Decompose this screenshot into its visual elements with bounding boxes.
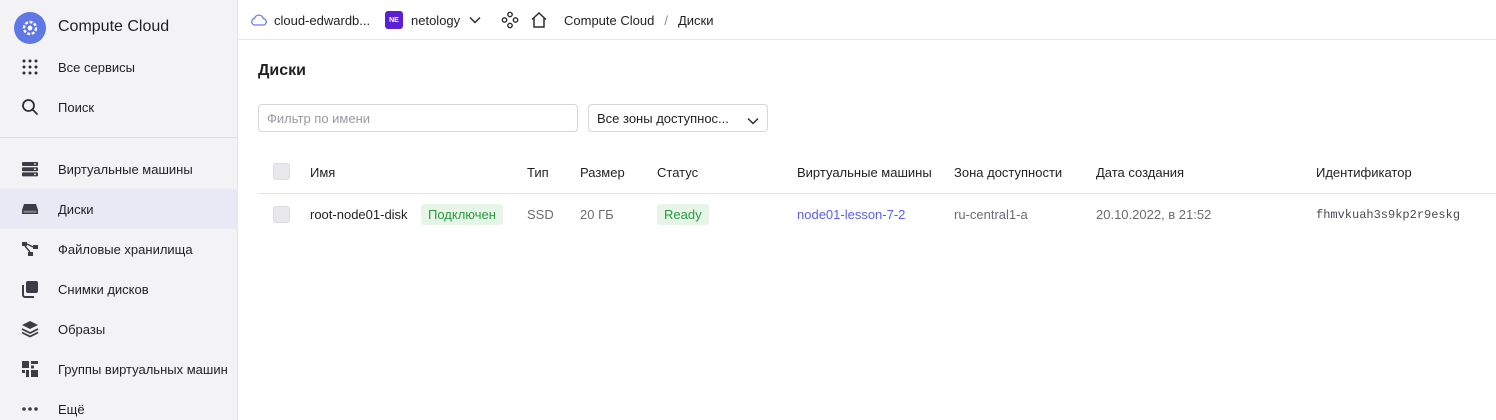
sidebar-item-file-storages[interactable]: Файловые хранилища bbox=[0, 229, 238, 269]
page-title: Диски bbox=[258, 62, 306, 79]
folder-badge: NE bbox=[385, 11, 403, 29]
disk-icon bbox=[20, 199, 40, 219]
vm-link[interactable]: node01-lesson-7-2 bbox=[797, 207, 905, 222]
sidebar-item-disk-snapshots[interactable]: Снимки дисков bbox=[0, 269, 238, 309]
status-badge: Ready bbox=[657, 204, 709, 225]
column-header-created[interactable]: Дата создания bbox=[1096, 165, 1184, 180]
services-graph-icon[interactable] bbox=[501, 0, 519, 40]
zone-select[interactable]: Все зоны доступнос... bbox=[588, 104, 768, 132]
folder-name: netology bbox=[411, 12, 461, 28]
disk-type: SSD bbox=[527, 207, 554, 222]
select-all-checkbox[interactable] bbox=[273, 163, 290, 180]
chevron-down-icon bbox=[747, 113, 759, 128]
zone-select-value: Все зоны доступнос... bbox=[597, 110, 729, 126]
breadcrumb-separator: / bbox=[664, 12, 668, 28]
cloud-selector[interactable]: cloud-edwardb... bbox=[250, 0, 370, 40]
sidebar: Compute Cloud Все сервисы Поиск Виртуаль… bbox=[0, 0, 238, 420]
sidebar-divider bbox=[0, 137, 238, 138]
column-header-type[interactable]: Тип bbox=[527, 165, 549, 180]
sidebar-item-label: Образы bbox=[58, 321, 106, 337]
sidebar-item-label: Все сервисы bbox=[58, 59, 135, 75]
search-icon bbox=[20, 97, 40, 117]
service-title[interactable]: Compute Cloud bbox=[58, 18, 169, 36]
home-icon[interactable] bbox=[530, 0, 548, 40]
more-icon bbox=[20, 399, 40, 419]
breadcrumb-disks: Диски bbox=[677, 12, 714, 28]
breadcrumb: Compute Cloud / Диски bbox=[564, 0, 713, 40]
creation-date: 20.10.2022, в 21:52 bbox=[1096, 207, 1212, 222]
file-storage-icon bbox=[20, 239, 40, 259]
column-header-virtual-machines[interactable]: Виртуальные машины bbox=[797, 165, 932, 180]
name-filter-input[interactable] bbox=[258, 104, 578, 132]
instance-group-icon bbox=[20, 359, 40, 379]
column-header-zone[interactable]: Зона доступности bbox=[954, 165, 1062, 180]
column-header-name[interactable]: Имя bbox=[310, 165, 335, 180]
sidebar-item-label: Поиск bbox=[58, 99, 95, 115]
column-header-id[interactable]: Идентификатор bbox=[1316, 165, 1412, 180]
folder-selector[interactable]: NE netology bbox=[385, 0, 481, 40]
sidebar-item-search[interactable]: Поиск bbox=[0, 87, 238, 127]
disk-size: 20 ГБ bbox=[580, 207, 614, 222]
sidebar-item-label: Диски bbox=[58, 201, 94, 217]
sidebar-item-disks[interactable]: Диски bbox=[0, 189, 238, 229]
sidebar-item-label: Виртуальные машины bbox=[58, 161, 193, 177]
sidebar-item-images[interactable]: Образы bbox=[0, 309, 238, 349]
compute-cloud-logo-icon[interactable] bbox=[14, 12, 46, 44]
disk-id: fhmvkuah3s9kp2r9eskg bbox=[1316, 208, 1461, 222]
top-bar: cloud-edwardb... NE netology Compute Clo… bbox=[238, 0, 1496, 40]
cloud-icon bbox=[250, 14, 267, 26]
sidebar-item-all-services[interactable]: Все сервисы bbox=[0, 47, 238, 87]
sidebar-item-label: Группы виртуальных машин bbox=[58, 361, 228, 377]
sidebar-item-label: Ещё bbox=[58, 401, 85, 417]
server-icon bbox=[20, 159, 40, 179]
layers-icon bbox=[20, 319, 40, 339]
table-header-divider bbox=[258, 193, 1496, 194]
snapshot-icon bbox=[20, 279, 40, 299]
sidebar-item-more[interactable]: Ещё bbox=[0, 389, 238, 420]
availability-zone: ru-central1-a bbox=[954, 207, 1028, 222]
grid-icon bbox=[20, 57, 40, 77]
attached-badge: Подключен bbox=[421, 204, 503, 225]
cloud-name: cloud-edwardb... bbox=[274, 12, 371, 28]
column-header-status[interactable]: Статус bbox=[657, 165, 698, 180]
sidebar-item-virtual-machines[interactable]: Виртуальные машины bbox=[0, 149, 238, 189]
chevron-down-icon bbox=[469, 16, 481, 24]
breadcrumb-compute-cloud[interactable]: Compute Cloud bbox=[564, 13, 654, 28]
disk-name[interactable]: root-node01-disk bbox=[310, 207, 408, 222]
sidebar-item-label: Снимки дисков bbox=[58, 281, 149, 297]
row-checkbox[interactable] bbox=[273, 206, 290, 223]
column-header-size[interactable]: Размер bbox=[580, 165, 625, 180]
sidebar-item-label: Файловые хранилища bbox=[58, 241, 193, 257]
sidebar-item-instance-groups[interactable]: Группы виртуальных машин bbox=[0, 349, 238, 389]
